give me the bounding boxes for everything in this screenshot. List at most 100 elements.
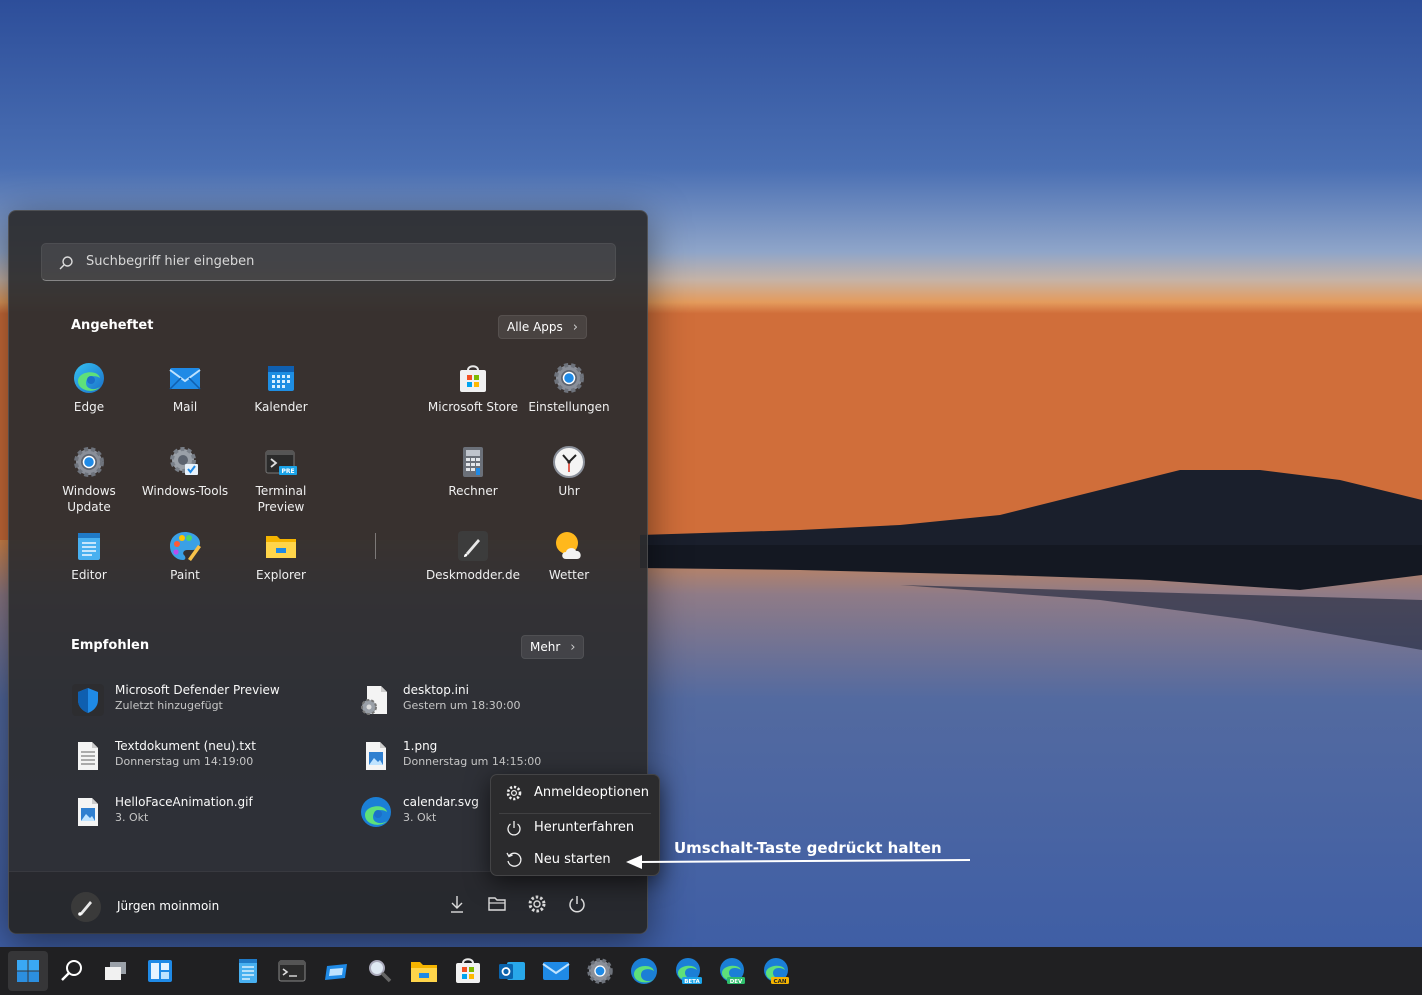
recommended-subtitle: 3. Okt — [115, 811, 149, 824]
taskbar-edge-dev[interactable]: DEV — [717, 956, 747, 986]
edge-icon — [631, 958, 657, 984]
drag-separator — [375, 533, 376, 559]
taskbar-store[interactable] — [453, 956, 483, 986]
taskbar-outlook[interactable] — [497, 956, 527, 986]
weather-icon — [556, 532, 581, 559]
pinned-app-settings[interactable]: Einstellungen — [521, 361, 617, 415]
taskbar-edge-beta[interactable]: BETA — [673, 956, 703, 986]
windows-update-icon — [74, 447, 104, 477]
pinned-app-paint[interactable]: Paint — [137, 529, 233, 583]
sign-in-options-item[interactable]: Anmeldeoptionen — [491, 778, 659, 808]
app-label: Kalender — [254, 400, 308, 414]
recommended-name: calendar.svg — [403, 795, 479, 809]
paint-icon — [170, 532, 201, 561]
edge-icon — [361, 797, 391, 827]
app-label: Edge — [73, 400, 105, 414]
all-apps-label: Alle Apps — [507, 320, 563, 334]
gear-icon[interactable] — [525, 892, 549, 916]
pinned-app-explorer[interactable]: Explorer — [233, 529, 329, 583]
defender-icon — [72, 684, 104, 716]
terminal-icon — [278, 960, 306, 982]
downloads-icon[interactable] — [445, 892, 469, 916]
taskbar-magnifier[interactable] — [365, 956, 395, 986]
recommended-name: HelloFaceAnimation.gif — [115, 795, 253, 809]
pinned-app-microsoft-store[interactable]: Microsoft Store — [425, 361, 521, 415]
recommended-subtitle: Zuletzt hinzugefügt — [115, 699, 223, 712]
search-box[interactable]: Suchbegriff hier eingeben — [41, 243, 616, 281]
taskbar-snipping-tool[interactable] — [321, 956, 351, 986]
clock-icon — [553, 446, 585, 478]
image-file-icon — [78, 798, 98, 826]
start-footer: Jürgen moinmoin — [9, 871, 647, 934]
menu-item-label: Anmeldeoptionen — [534, 785, 650, 800]
pinned-app-calendar[interactable]: Kalender — [233, 361, 329, 415]
more-button[interactable]: Mehr › — [521, 635, 585, 659]
all-apps-button[interactable]: Alle Apps › — [498, 315, 587, 339]
taskbar-edge[interactable] — [629, 956, 659, 986]
taskbar-search-button[interactable] — [57, 956, 87, 986]
app-label: Deskmodder.de — [425, 568, 521, 582]
pinned-title: Angeheftet — [71, 318, 154, 333]
recommended-item[interactable]: Textdokument (neu).txt Donnerstag um 14:… — [71, 735, 351, 781]
taskbar-mail[interactable] — [541, 956, 571, 986]
taskbar-settings[interactable] — [585, 956, 615, 986]
taskbar-terminal[interactable] — [277, 956, 307, 986]
chevron-right-icon: › — [572, 319, 578, 335]
folder-icon — [411, 962, 437, 982]
gear-icon — [506, 785, 522, 801]
recommended-item[interactable]: desktop.ini Gestern um 18:30:00 — [359, 679, 639, 725]
app-label: Windows-Tools — [141, 484, 229, 498]
notepad-icon — [78, 533, 100, 560]
windows-start-icon — [17, 960, 39, 982]
snipping-icon — [325, 964, 347, 980]
settings-file-icon — [361, 686, 387, 715]
taskbar: BETA DEV CAN — [0, 947, 1422, 995]
shutdown-item[interactable]: Herunterfahren — [491, 813, 659, 843]
app-label: Uhr — [558, 484, 580, 498]
recommended-subtitle: 3. Okt — [403, 811, 437, 824]
start-button[interactable] — [8, 951, 48, 991]
taskbar-explorer[interactable] — [409, 956, 439, 986]
recommended-item[interactable]: HelloFaceAnimation.gif 3. Okt — [71, 791, 351, 837]
taskbar-notepad[interactable] — [233, 956, 263, 986]
taskbar-edge-canary[interactable]: CAN — [761, 956, 791, 986]
pinned-app-deskmodder[interactable]: Deskmodder.de — [425, 529, 521, 583]
recommended-subtitle: Donnerstag um 14:19:00 — [115, 755, 254, 768]
app-label: Wetter — [548, 568, 590, 582]
recommended-title: Empfohlen — [71, 638, 150, 653]
pinned-app-windows-tools[interactable]: Windows-Tools — [137, 445, 233, 499]
more-label: Mehr — [530, 640, 561, 654]
app-label: Explorer — [256, 568, 306, 582]
terminal-preview-icon: PRE — [265, 450, 297, 475]
pinned-app-edge[interactable]: Edge — [41, 361, 137, 415]
app-label: Editor — [71, 568, 107, 582]
pinned-app-calculator[interactable]: Rechner — [425, 445, 521, 499]
task-view-button[interactable] — [101, 956, 131, 986]
settings-icon — [587, 958, 613, 984]
recommended-item[interactable]: Microsoft Defender Preview Zuletzt hinzu… — [71, 679, 351, 725]
file-explorer-icon[interactable] — [485, 892, 509, 916]
edge-dev-icon: DEV — [720, 958, 745, 985]
settings-icon — [554, 363, 584, 393]
recommended-name: Microsoft Defender Preview — [115, 683, 280, 697]
app-label: Microsoft Store — [427, 400, 519, 414]
pinned-app-windows-update[interactable]: Windows Update — [41, 445, 137, 515]
pinned-app-terminal-preview[interactable]: PRE Terminal Preview — [233, 445, 329, 515]
edge-beta-icon: BETA — [676, 958, 702, 985]
store-icon — [460, 365, 486, 392]
pinned-app-clock[interactable]: Uhr — [521, 445, 617, 499]
search-icon — [61, 960, 82, 981]
user-name: Jürgen moinmoin — [117, 899, 220, 913]
app-label: Terminal Preview — [255, 484, 307, 514]
text-file-icon — [78, 742, 98, 770]
edge-dev-badge: DEV — [730, 979, 743, 985]
widgets-button[interactable] — [145, 956, 175, 986]
power-icon[interactable] — [565, 892, 589, 916]
pinned-app-weather[interactable]: Wetter — [521, 529, 617, 583]
pinned-app-mail[interactable]: Mail — [137, 361, 233, 415]
menu-item-label: Neu starten — [534, 852, 611, 867]
mail-icon — [542, 962, 570, 980]
recommended-subtitle: Gestern um 18:30:00 — [403, 699, 521, 712]
pinned-app-editor[interactable]: Editor — [41, 529, 137, 583]
outlook-icon — [499, 962, 525, 980]
